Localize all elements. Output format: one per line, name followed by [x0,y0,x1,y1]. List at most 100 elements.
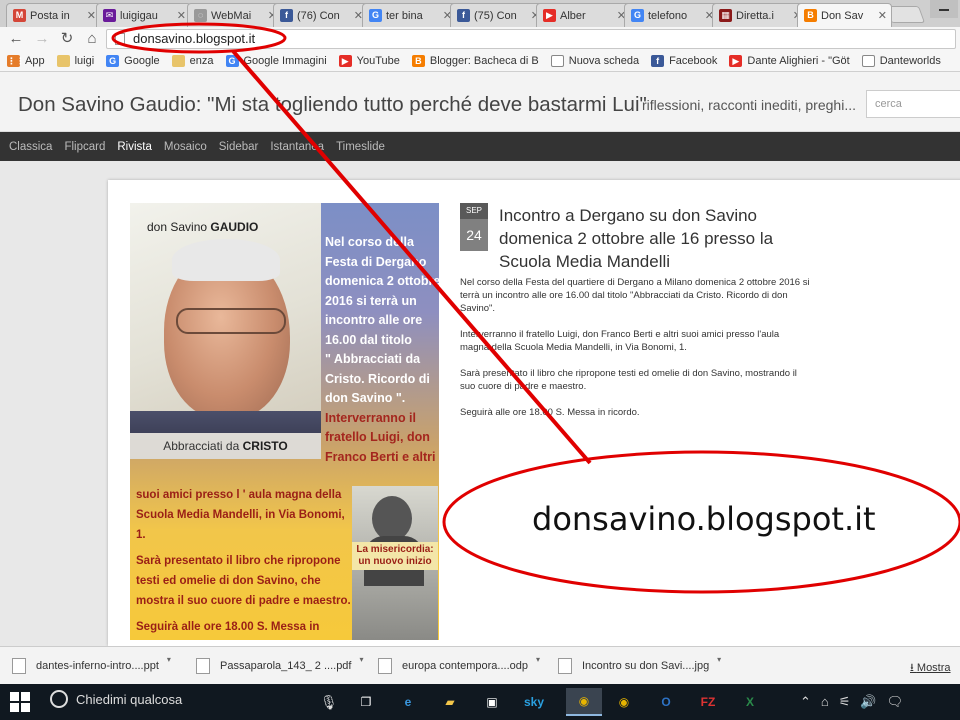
post-body: Nel corso della Festa del quartiere di D… [460,276,810,432]
browser-tab[interactable]: Gter bina ✕ [362,3,457,27]
view-tab-sidebar[interactable]: Sidebar [219,141,259,153]
file-explorer-icon[interactable]: ▰ [432,688,468,716]
reload-icon[interactable]: ↻ [57,29,77,49]
bookmark-label: Facebook [669,55,718,67]
filezilla-icon[interactable]: FZ [690,688,726,716]
cortana-search-box[interactable]: Chiedimi qualcosa [50,690,182,708]
bookmark-item[interactable]: ▶ YouTube [338,55,400,67]
bookmark-label: Google Immagini [243,55,327,67]
poster-side-text-2: " Abbracciati da Cristo. Ricordo di don … [325,352,430,405]
bookmark-item[interactable]: Danteworlds [861,55,941,67]
odp-file-icon [378,658,392,674]
poster-bottom-text-2: Sarà presentato il libro che ripropone t… [136,555,351,607]
poster-name: don Savino GAUDIO [147,220,259,234]
bookmark-item[interactable]: B Blogger: Bacheca di B [411,55,539,67]
download-item[interactable]: europa contempora....odp ▾ [378,653,540,679]
windows-start-icon[interactable] [10,692,30,712]
view-nav: Classica Flipcard Rivista Mosaico Sidebar Ist… [0,132,960,161]
forward-arrow-icon[interactable]: → [32,29,52,49]
blog-description: riflessioni, racconti inediti, preghi... [642,97,856,113]
hair-illustration [172,239,280,281]
bookmark-item[interactable]: G Google Immagini [225,55,327,67]
browser-tab[interactable]: ◌WebMai✕ [187,3,282,27]
post-paragraph: Sarà presentato il libro che ripropone t… [460,368,797,392]
post-day: 24 [460,219,488,251]
poster-side-text-1: Nel corso della Festa di Dergano domenic… [325,235,439,347]
bookmark-label: Danteworlds [879,55,941,67]
store-icon[interactable]: ▣ [474,688,510,716]
browser-tab[interactable]: Gtelefono ✕ [624,3,719,27]
outlook-icon[interactable]: O [648,688,684,716]
browser-tab[interactable]: B Don Sav ✕ [797,3,892,27]
post-image[interactable]: don Savino GAUDIO Abbracciati da CRISTO … [130,203,439,640]
poster-side-text: Nel corso della Festa di Dergano domenic… [325,233,439,467]
view-tab-flipcard[interactable]: Flipcard [64,141,105,153]
bookmark-label: enza [189,55,214,67]
browser-tab[interactable]: ✉ luigigau ✕ [96,3,191,27]
bookmark-label: Dante Alighieri - "Göt [747,55,850,67]
post-paragraph: Interverranno il fratello Luigi, don Fra… [460,329,780,353]
bookmark-item[interactable]: ▶ Dante Alighieri - "Göt [729,55,850,67]
youtube-icon: ▶ [729,55,743,67]
poster-bottom-text-1: suoi amici presso l ' aula magna della S… [136,489,345,541]
sky-go-icon[interactable]: sky [516,688,552,716]
download-menu-chevron-icon[interactable]: ▾ [359,655,363,664]
chrome-icon[interactable]: ◉ [606,688,642,716]
book-title: La misericordia: un nuovo inizio [352,542,438,570]
bookmark-label: Google [124,55,160,67]
download-shelf: ⭳ Mostra dantes-inferno-intro....ppt ▾ Pas… [0,646,960,684]
blogger-icon: B [411,55,425,67]
blogger-icon: B [804,9,817,22]
tab-title: ter bina [386,9,423,22]
bookmark-item[interactable]: ⋮⋮ App [7,55,45,67]
view-tab-mosaico[interactable]: Mosaico [164,141,207,153]
task-view-icon[interactable]: ❐ [348,688,384,716]
download-menu-chevron-icon[interactable]: ▾ [167,655,171,664]
browser-tab[interactable]: ▶ Alber ✕ [536,3,631,27]
download-menu-chevron-icon[interactable]: ▾ [717,655,721,664]
youtube-icon: ▶ [338,55,352,67]
blog-title[interactable]: Don Savino Gaudio: "Mi sta togliendo tut… [18,93,647,117]
minimize-window-button[interactable] [930,0,958,18]
download-file-name: Passaparola_143_ 2 ....pdf [220,660,352,672]
bookmark-item[interactable]: f Facebook [651,55,717,67]
view-tab-istantanea[interactable]: Istantanea [270,141,324,153]
close-tab-icon[interactable]: ✕ [878,9,887,22]
download-item[interactable]: dantes-inferno-intro....ppt ▾ [12,653,171,679]
edge-icon[interactable]: e [390,688,426,716]
bookmark-label: Blogger: Bacheca di B [429,55,539,67]
poster-bottom-text: suoi amici presso l ' aula magna della S… [136,485,354,640]
back-arrow-icon[interactable]: ← [6,29,26,49]
show-all-downloads-link[interactable]: ⭳ Mostra [910,659,951,678]
google-icon: G [106,55,120,67]
home-icon[interactable]: ⌂ [82,29,102,49]
post-title[interactable]: Incontro a Dergano su don Savino domenic… [499,204,799,273]
browser-tab[interactable]: ▦Diretta.i✕ [712,3,807,27]
download-item[interactable]: Passaparola_143_ 2 ....pdf ▾ [196,653,363,679]
browser-toolbar: ← → ↻ ⌂ donsavino.blogspot.it [0,27,960,51]
browser-tab[interactable]: f(75) Con✕ [450,3,545,27]
poster-caption: Abbracciati da CRISTO [130,433,321,459]
download-item[interactable]: Incontro su don Savi....jpg ▾ [558,653,721,679]
close-tab-icon[interactable]: ✕ [177,9,186,22]
bookmark-item[interactable]: luigi [56,55,94,67]
bookmark-item[interactable]: Nuova scheda [550,55,639,67]
excel-icon[interactable]: X [732,688,768,716]
bookmark-item[interactable]: G Google [106,55,160,67]
chrome-icon[interactable]: ◉ [566,688,602,716]
tab-title: Don Sav [821,9,864,22]
microphone-icon[interactable]: 🎙 [320,694,338,711]
browser-tab[interactable]: f (76) Con ✕ [273,3,368,27]
poster-side-text-3: Interverranno il fratello Luigi, don Fra… [325,410,436,464]
view-tab-classica[interactable]: Classica [9,141,52,153]
system-tray[interactable]: ⌃⌂⚟🔊🗨 [800,694,913,710]
view-tab-rivista[interactable]: Rivista [117,141,152,153]
download-menu-chevron-icon[interactable]: ▾ [536,655,540,664]
close-tab-icon[interactable]: ✕ [87,9,96,22]
search-input[interactable]: cerca [866,90,960,118]
view-tab-timeslide[interactable]: Timeslide [336,141,385,153]
cortana-icon [50,690,68,708]
browser-tab[interactable]: M Posta in ✕ [6,3,101,27]
bookmark-item[interactable]: enza [171,55,214,67]
address-bar[interactable]: donsavino.blogspot.it [106,29,956,49]
